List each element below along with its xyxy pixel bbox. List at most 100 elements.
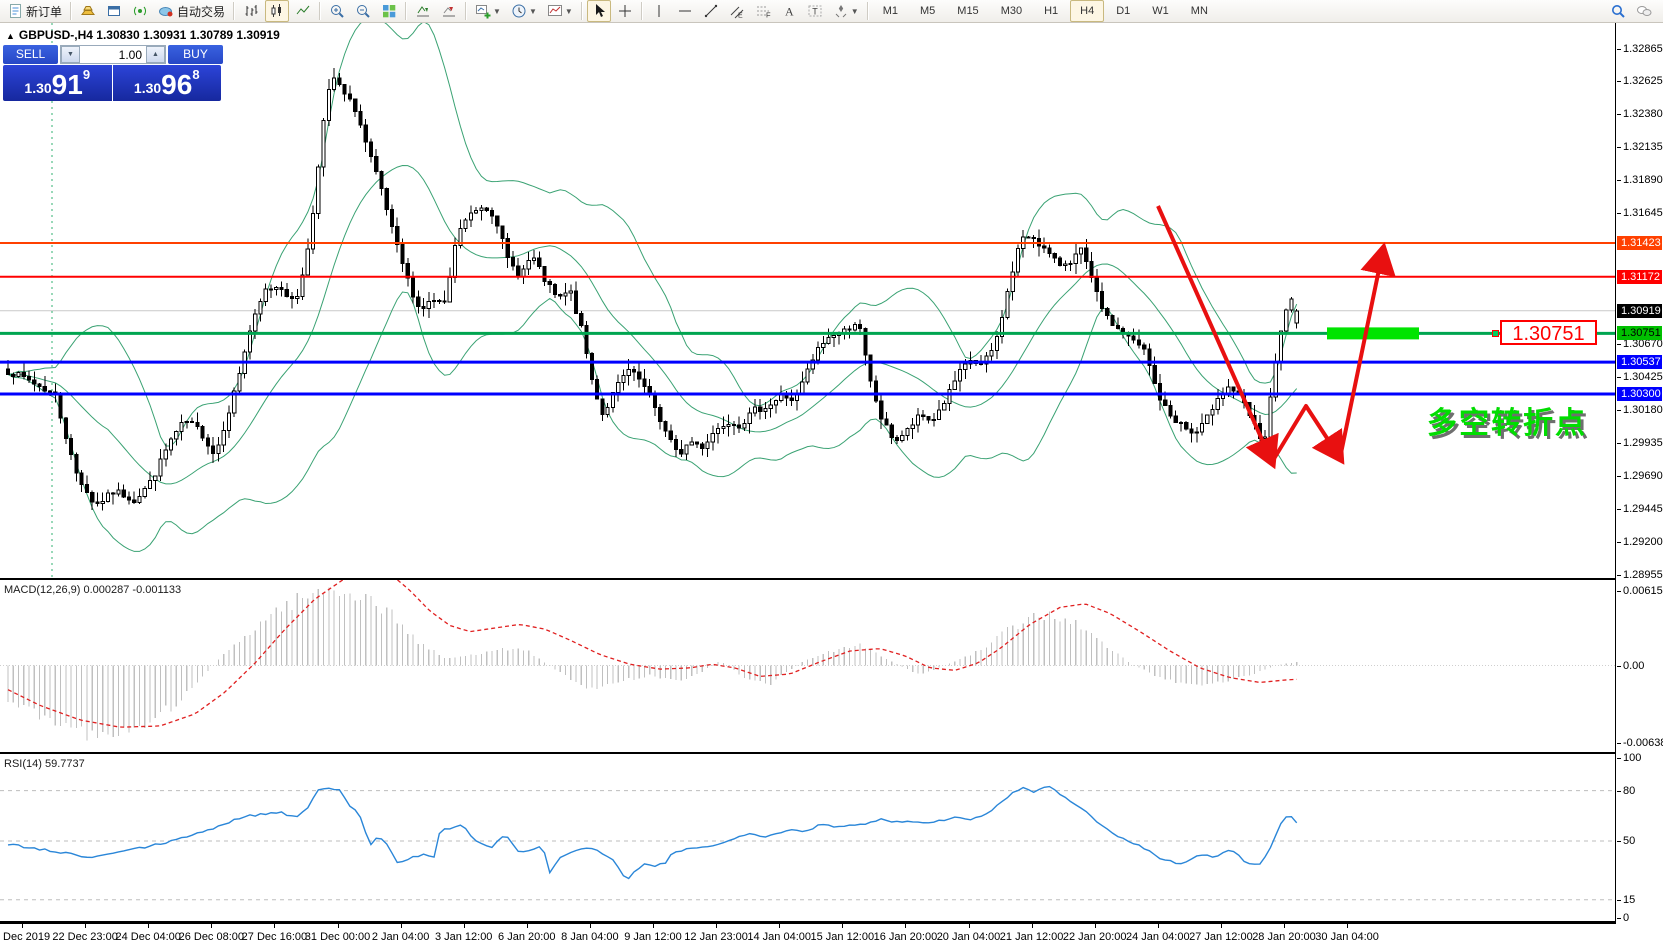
chart-shift-button[interactable] — [437, 0, 461, 22]
text-label-button[interactable]: T — [803, 0, 827, 22]
cursor-button[interactable] — [587, 0, 611, 22]
chart-shift-icon — [441, 3, 457, 19]
time-axis[interactable]: 9 Dec 201922 Dec 23:0024 Dec 04:0026 Dec… — [0, 923, 1616, 949]
channel-button[interactable]: E — [725, 0, 749, 22]
trendline-button[interactable] — [699, 0, 723, 22]
tf-m5[interactable]: M5 — [910, 0, 945, 22]
quotes-button[interactable] — [76, 0, 100, 22]
fibonacci-button[interactable]: F — [751, 0, 775, 22]
volume-increase-button[interactable]: ▲ — [146, 46, 165, 63]
time-tick — [716, 924, 717, 928]
symbol-ohlc-text: GBPUSD-,H4 1.30830 1.30931 1.30789 1.309… — [19, 28, 280, 42]
autotrade-icon — [158, 3, 174, 19]
tile-windows-button[interactable] — [377, 0, 401, 22]
svg-text:F: F — [766, 11, 771, 20]
crosshair-button[interactable] — [613, 0, 637, 22]
time-tick-label: 9 Jan 12:00 — [624, 931, 682, 943]
time-tick — [211, 924, 212, 928]
main-price-chart[interactable] — [0, 23, 1616, 579]
periods-button[interactable]: ▼ — [507, 0, 541, 22]
new-order-button[interactable]: 新订单 — [3, 0, 66, 22]
auto-scroll-button[interactable] — [411, 0, 435, 22]
axis-tick — [1617, 743, 1621, 744]
market-watch-button[interactable] — [102, 0, 126, 22]
axis-tick — [1617, 542, 1621, 543]
tf-d1[interactable]: D1 — [1106, 0, 1140, 22]
time-tick — [842, 924, 843, 928]
toolbar-group-timeframes: M1M5M15M30H1H4D1W1MN — [872, 0, 1219, 22]
hline-button[interactable] — [673, 0, 697, 22]
tf-m30[interactable]: M30 — [991, 0, 1032, 22]
price-callout-label[interactable]: 1.30751 — [1500, 320, 1597, 345]
axis-tick-label: 0.006157 — [1623, 585, 1663, 597]
toolbar-group-panels: 自动交易 — [75, 0, 230, 22]
chart-title: ▲ GBPUSD-,H4 1.30830 1.30931 1.30789 1.30… — [6, 28, 280, 42]
volume-decrease-button[interactable]: ▼ — [61, 46, 80, 63]
axis-tick — [1617, 81, 1621, 82]
axis-tick — [1617, 147, 1621, 148]
zoom-in-button[interactable] — [325, 0, 349, 22]
axis-tick-label: 1.32625 — [1623, 75, 1663, 87]
axis-tick — [1617, 443, 1621, 444]
buy-price-big: 96 — [161, 72, 192, 98]
time-tick-label: 8 Jan 04:00 — [561, 931, 619, 943]
price-callout-anchor[interactable] — [1492, 330, 1499, 337]
vline-button[interactable] — [647, 0, 671, 22]
axis-tick-label: 1.29690 — [1623, 470, 1663, 482]
signals-button[interactable] — [128, 0, 152, 22]
volume-input[interactable] — [80, 46, 146, 63]
sell-button[interactable]: SELL — [3, 45, 58, 64]
rsi-panel[interactable] — [0, 754, 1616, 922]
axis-tick — [1617, 918, 1621, 919]
time-tick-label: 22 Jan 20:00 — [1063, 931, 1127, 943]
autotrade-button[interactable]: 自动交易 — [154, 0, 229, 22]
cursor-icon — [591, 3, 607, 19]
time-tick-label: 31 Dec 00:00 — [305, 931, 370, 943]
dropdown-caret-icon: ▼ — [529, 7, 537, 16]
tf-h4[interactable]: H4 — [1070, 0, 1104, 22]
tf-m1[interactable]: M1 — [873, 0, 908, 22]
annotation-text[interactable]: 多空转折点 — [1427, 398, 1587, 442]
axis-tick-label: 0 — [1623, 912, 1629, 924]
text-button[interactable]: A — [777, 0, 801, 22]
axis-tick — [1617, 377, 1621, 378]
sell-quote-button[interactable]: 1.30 91 9 — [3, 65, 112, 101]
axis-tick-label: 80 — [1623, 785, 1635, 797]
tf-m15[interactable]: M15 — [947, 0, 988, 22]
time-tick-label: 3 Jan 12:00 — [435, 931, 493, 943]
tf-h1[interactable]: H1 — [1034, 0, 1068, 22]
buy-price-pip: 8 — [192, 67, 199, 82]
macd-panel[interactable] — [0, 580, 1616, 752]
axis-tick-label: -0.00638 — [1623, 737, 1663, 749]
candles-chart-button[interactable] — [265, 0, 289, 22]
new-chart-button[interactable]: ▼ — [471, 0, 505, 22]
tf-w1[interactable]: W1 — [1142, 0, 1179, 22]
bars-chart-button[interactable] — [239, 0, 263, 22]
axis-tick — [1617, 344, 1621, 345]
arrows-icon — [833, 3, 849, 19]
price-line-badge: 1.30919 — [1617, 304, 1662, 318]
zoom-out-button[interactable] — [351, 0, 375, 22]
price-axis[interactable]: 1.328651.326251.323801.321351.318901.316… — [1616, 23, 1663, 923]
time-tick-label: 21 Jan 12:00 — [1000, 931, 1064, 943]
axis-tick — [1617, 49, 1621, 50]
templates-icon — [547, 3, 563, 19]
chat-button[interactable] — [1632, 0, 1656, 22]
axis-tick-label: 1.30180 — [1623, 404, 1663, 416]
collapse-quote-icon[interactable]: ▲ — [6, 31, 15, 41]
price-line-badge: 1.30300 — [1617, 387, 1662, 401]
time-tick-label: 12 Jan 23:00 — [684, 931, 748, 943]
auto-scroll-icon — [415, 3, 431, 19]
line-chart-button[interactable] — [291, 0, 315, 22]
buy-button[interactable]: BUY — [168, 45, 223, 64]
search-button[interactable] — [1606, 0, 1630, 22]
tile-windows-icon — [381, 3, 397, 19]
buy-quote-button[interactable]: 1.30 96 8 — [113, 65, 222, 101]
market-watch-icon — [106, 3, 122, 19]
templates-button[interactable]: ▼ — [543, 0, 577, 22]
arrows-button[interactable]: ▼ — [829, 0, 863, 22]
axis-tick-label: 1.30425 — [1623, 371, 1663, 383]
svg-text:T: T — [812, 7, 818, 17]
tf-mn[interactable]: MN — [1181, 0, 1218, 22]
vline-icon — [651, 3, 667, 19]
